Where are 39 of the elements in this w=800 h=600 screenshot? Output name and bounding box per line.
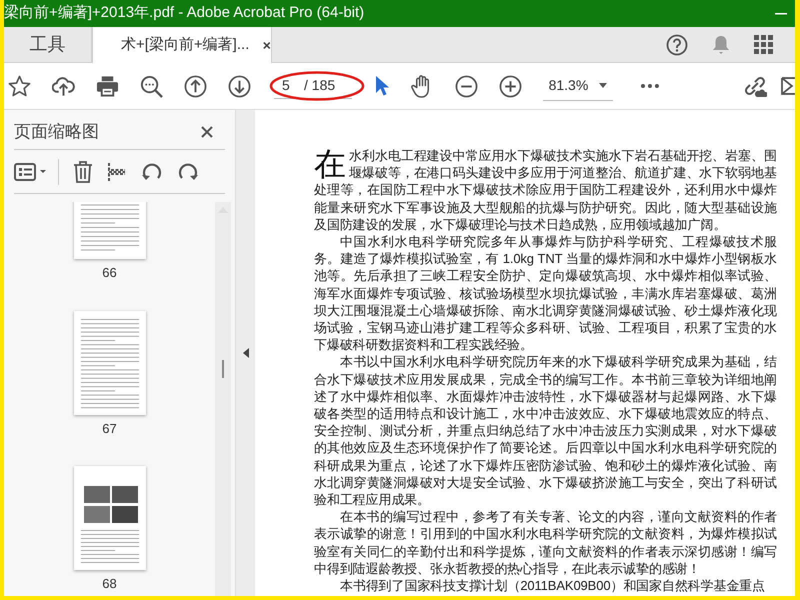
minimize-icon[interactable] xyxy=(775,12,787,14)
paragraph: 本书以中国水利水电科学研究院历年来的水下爆破科学研究成果为基础，结合水下爆破技术应用发展成果，完成全书的编写工作。本书前三章较为详细地阐述了水中爆炸相似率、水面爆炸冲击波特性，水下爆破器材与起爆网路、水下爆破各类型的适用特点和设计施工，水中冲击波效应、水下爆破地震效应的特点、安全控制、测试分析，并重点归纳总结了水中冲击波压力实测成果，对水下爆破的其他效应及生态环境保护作了简要论述。后四章以中国水利水电科学研究院的科研成果为重点，论述了水下爆炸压密防渗试验、饱和砂土的爆炸液化试验、南水北调穿黄隧洞爆破对大堤安全试验、水下爆破挤淤施工与安全，突出了科研试验和工程应用成果。 xyxy=(314,353,777,508)
thumbnail-options-icon[interactable] xyxy=(14,162,48,180)
rotate-left-icon[interactable] xyxy=(141,160,163,182)
page-number-label: 68 xyxy=(102,575,117,593)
paragraph: 中国水利水电科学研究院多年从事爆炸与防护科学研究、工程爆破技术服务。建造了爆炸模拟试验室，有 1.0kg TNT 当量的爆炸洞和水中爆炸小型钢板水池等。先后承担了三峡工程安全防护、定向爆破筑高坝、水中爆炸相似率试验、海军水面爆炸专项试验、核试验场模型水坝抗爆试验，丰满水库岩塞爆破、葛洲坝大江围堰混凝土心墙爆破拆除、南水北调穿黄隧洞爆破试验、砂土爆炸液化现场试验，宝钢马迹山港扩建工程等众多科研、试验、工程项目，积累了宝贵的水下爆破科研数据资料和工程实践经验。 xyxy=(314,233,777,354)
star-icon[interactable] xyxy=(8,75,31,97)
paragraph: 在本书的编写过程中，参考了有关专著、论文的内容，谨向文献资料的作者表示诚挚的谢意！引用到的中国水利水电科学研究院的文献资料，为爆炸模拟试验室有关同仁的辛勤付出和科学提炼，谨向文献资料的作者表示深切感谢！编写中得到陆遐龄教授、张永哲教授的热心指导，在此表示诚挚的感谢！ xyxy=(314,508,777,578)
tab[interactable]: 术+[梁向前+编著]... xyxy=(92,27,272,63)
print-icon[interactable] xyxy=(96,75,119,97)
page-extract-icon[interactable] xyxy=(107,162,127,182)
window-title: 梁向前+编著]+2013年.pdf - Adobe Acrobat Pro (64-bit) xyxy=(4,3,364,24)
panel-title: 页面缩略图 xyxy=(14,120,99,143)
zoom-dropdown[interactable]: 81.3% xyxy=(542,71,614,101)
zoom-out-icon[interactable] xyxy=(454,74,478,98)
help-icon[interactable] xyxy=(666,34,688,56)
page-number-label: 67 xyxy=(102,420,117,438)
close-icon[interactable] xyxy=(201,126,213,138)
scrollbar-thumb[interactable] xyxy=(222,360,224,378)
trash-icon[interactable] xyxy=(73,160,93,182)
envelope-icon[interactable] xyxy=(781,76,795,96)
cloud-upload-icon[interactable] xyxy=(52,75,75,97)
more-icon[interactable] xyxy=(641,84,660,88)
caret-icon xyxy=(599,83,608,88)
page-thumbnail[interactable] xyxy=(74,310,146,414)
page-thumbnail[interactable] xyxy=(74,202,146,259)
link-cloud-icon[interactable] xyxy=(743,74,768,98)
paragraph: 本书得到了国家科技支撑计划（2011BAK09B00）和国家自然科学基金重点 xyxy=(339,577,766,594)
apps-grid-icon[interactable] xyxy=(754,35,773,54)
collapse-arrow-icon[interactable] xyxy=(242,348,248,358)
zoom-in-icon[interactable] xyxy=(498,74,522,98)
search-icon[interactable] xyxy=(140,74,163,98)
page-thumbnail[interactable] xyxy=(74,466,146,570)
pointer-icon[interactable] xyxy=(374,75,390,97)
page-number-label: 66 xyxy=(102,264,117,282)
arrow-down-circle-icon[interactable] xyxy=(228,74,251,98)
arrow-up-circle-icon[interactable] xyxy=(184,74,207,98)
close-icon[interactable] xyxy=(263,40,271,50)
rotate-right-icon[interactable] xyxy=(177,160,199,182)
